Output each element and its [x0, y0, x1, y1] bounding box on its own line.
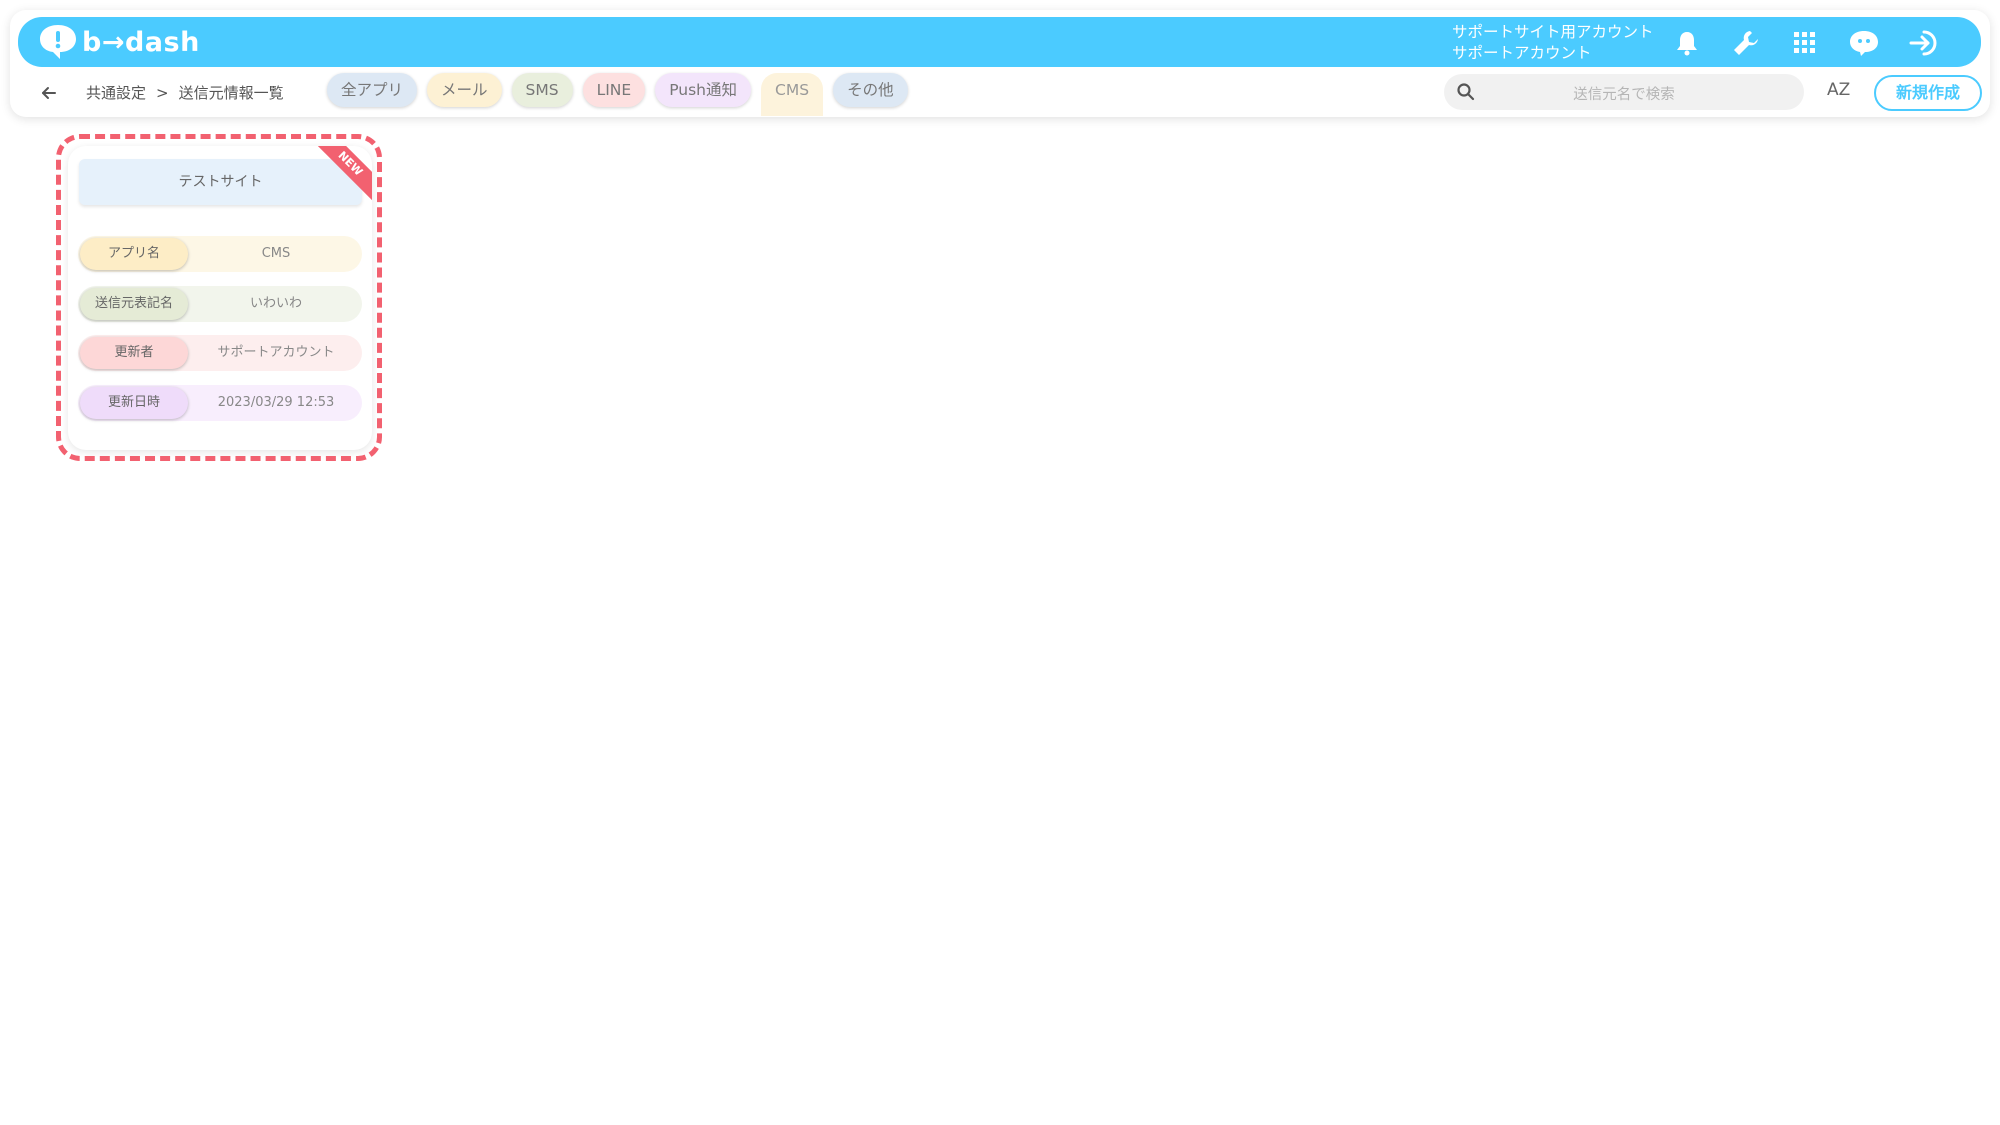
new-create-button[interactable]: 新規作成 — [1874, 75, 1982, 111]
chat-bot-icon[interactable] — [1848, 27, 1880, 59]
back-arrow-icon[interactable] — [38, 82, 60, 104]
logo[interactable]: b→dash — [38, 24, 200, 60]
bdash-logo-icon — [40, 25, 76, 59]
bell-icon[interactable] — [1671, 27, 1703, 59]
grid-icon[interactable] — [1789, 27, 1821, 59]
tab-mail[interactable]: メール — [427, 73, 502, 107]
highlight-dashed-outline — [56, 134, 382, 461]
breadcrumb: 共通設定 > 送信元情報一覧 — [86, 82, 284, 103]
sub-toolbar: 共通設定 > 送信元情報一覧 全アプリ メール SMS LINE Push通知 … — [10, 70, 1990, 116]
tab-other[interactable]: その他 — [833, 73, 908, 107]
tab-line[interactable]: LINE — [582, 73, 646, 107]
search-input[interactable]: 送信元名で検索 — [1444, 74, 1804, 110]
top-bar: b→dash サポートサイト用アカウント サポートアカウント — [18, 17, 1981, 67]
tab-push[interactable]: Push通知 — [655, 73, 752, 107]
breadcrumb-current: 送信元情報一覧 — [178, 84, 284, 102]
breadcrumb-parent[interactable]: 共通設定 — [86, 82, 146, 103]
account-name-line2: サポートアカウント — [1452, 44, 1592, 62]
breadcrumb-separator: > — [156, 83, 169, 102]
account-info[interactable]: サポートサイト用アカウント サポートアカウント — [1452, 22, 1654, 64]
tab-cms[interactable]: CMS — [761, 73, 824, 116]
wrench-icon[interactable] — [1730, 27, 1762, 59]
app-filter-tabs: 全アプリ メール SMS LINE Push通知 CMS その他 — [327, 73, 908, 116]
search-placeholder: 送信元名で検索 — [1573, 87, 1675, 103]
sort-az-button[interactable]: AZ — [1827, 80, 1850, 100]
tab-sms[interactable]: SMS — [511, 73, 573, 107]
account-name-line1: サポートサイト用アカウント — [1452, 23, 1654, 41]
logo-text: b→dash — [82, 26, 200, 58]
logout-icon[interactable] — [1908, 27, 1940, 59]
tab-all-apps[interactable]: 全アプリ — [327, 73, 418, 107]
